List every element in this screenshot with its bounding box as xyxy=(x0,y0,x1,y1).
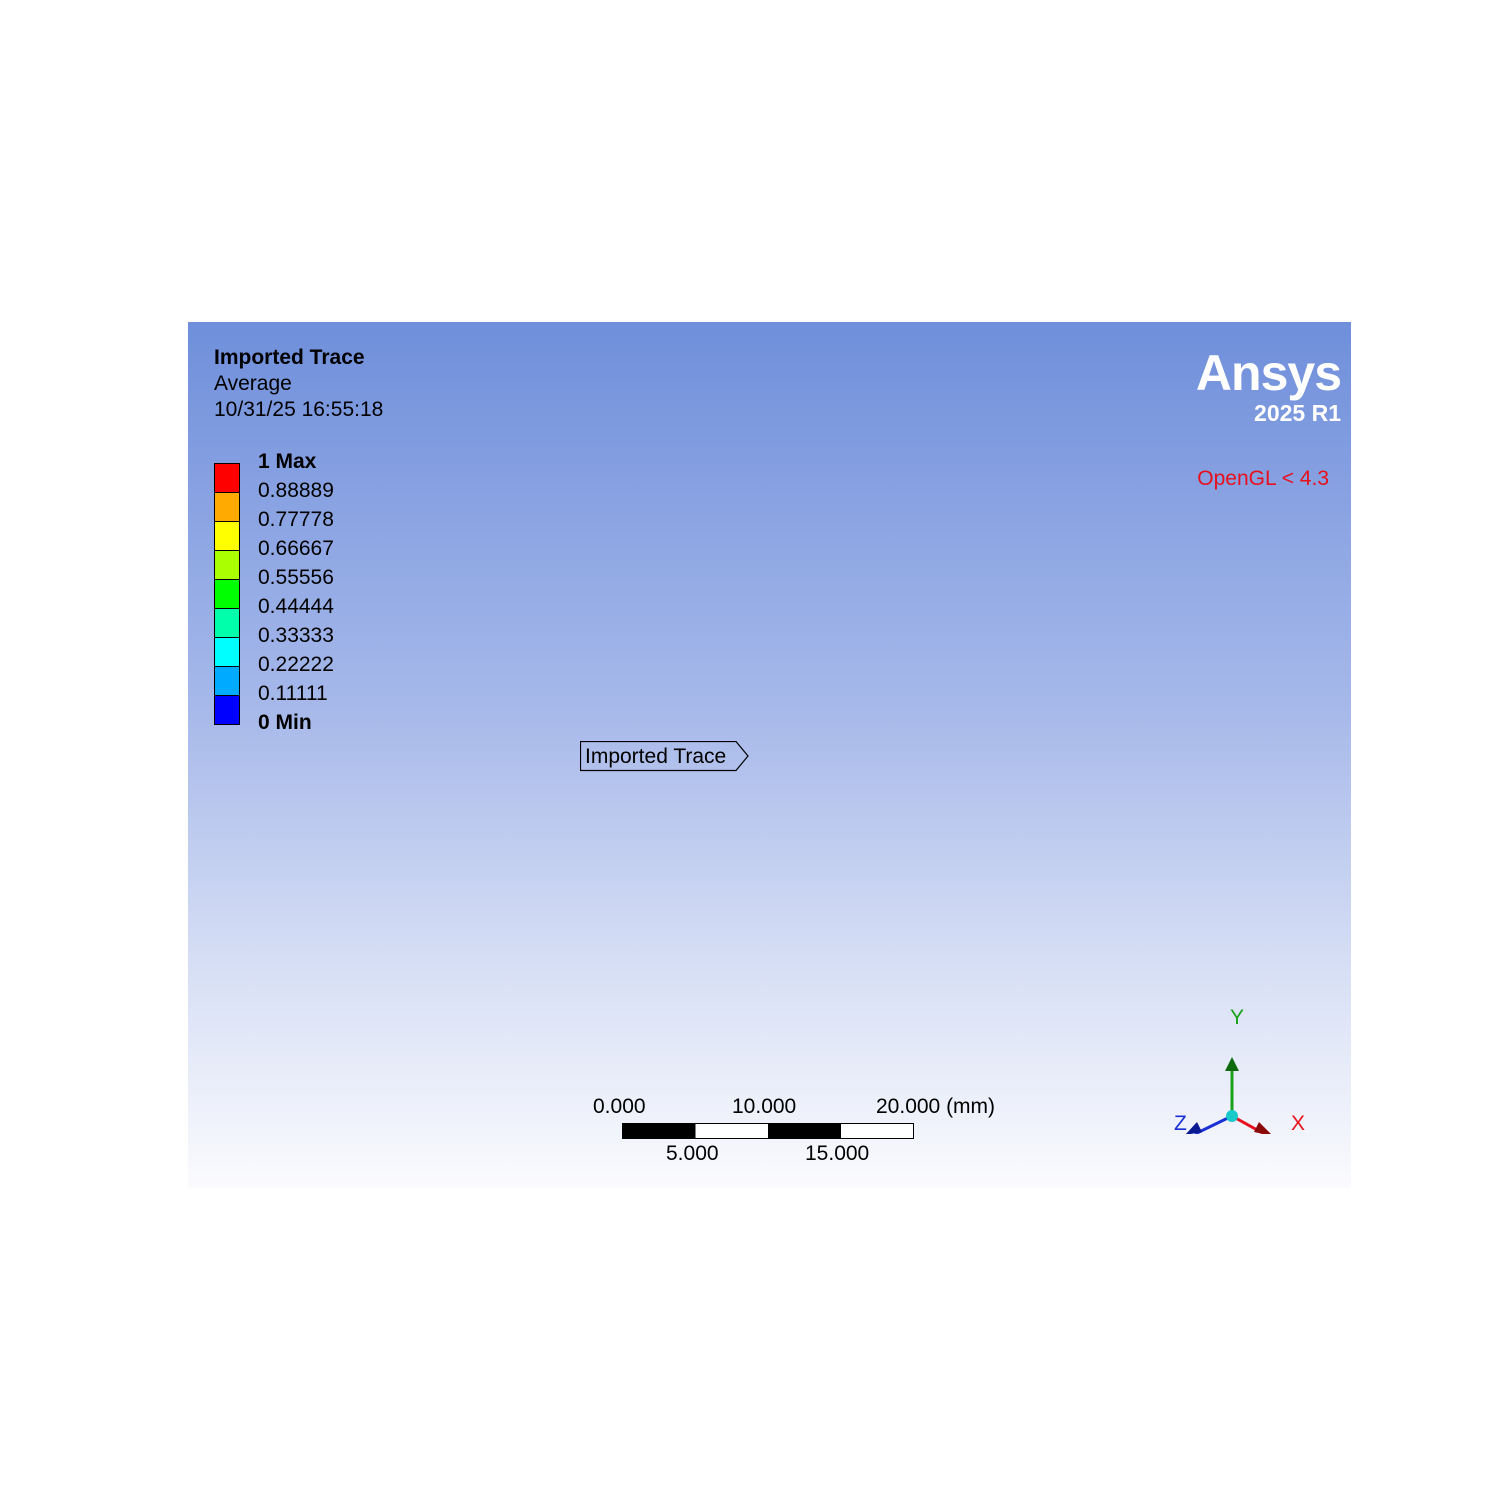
opengl-warning: OpenGL < 4.3 xyxy=(1197,467,1329,490)
legend-band-4 xyxy=(215,580,239,609)
legend-band-6 xyxy=(215,638,239,667)
legend-label-2: 0.77778 xyxy=(258,508,334,531)
ansys-logo: Ansys 2025 R1 xyxy=(1195,345,1342,426)
legend-band-3 xyxy=(215,551,239,580)
legend-band-8 xyxy=(215,696,239,724)
triad-origin xyxy=(1226,1110,1238,1122)
result-title: Imported Trace xyxy=(214,346,365,369)
legend-label-9: 0 Min xyxy=(258,711,312,734)
legend-label-4: 0.55556 xyxy=(258,566,334,589)
legend-label-0: 1 Max xyxy=(258,450,317,473)
legend-label-7: 0.22222 xyxy=(258,653,334,676)
scale-label-5: 5.000 xyxy=(666,1142,719,1165)
logo-version: 2025 R1 xyxy=(1254,400,1341,426)
legend-band-1 xyxy=(215,493,239,522)
x-axis-arrow-icon xyxy=(1254,1122,1271,1134)
legend-band-0 xyxy=(215,464,239,493)
scale-bar-segment-dark-1 xyxy=(622,1123,696,1139)
legend-label-5: 0.44444 xyxy=(258,595,334,618)
legend-label-3: 0.66667 xyxy=(258,537,334,560)
axis-triad[interactable]: Y X Z xyxy=(1163,1004,1323,1134)
y-axis-arrow-icon xyxy=(1225,1057,1239,1071)
graphics-viewport[interactable]: Imported Trace Average 10/31/25 16:55:18… xyxy=(188,322,1351,1188)
annotation-label: Imported Trace xyxy=(585,745,727,768)
result-subtitle: Average xyxy=(214,372,292,395)
scale-label-20: 20.000 (mm) xyxy=(876,1095,996,1118)
result-timestamp: 10/31/25 16:55:18 xyxy=(214,398,384,421)
color-legend-bar xyxy=(214,463,240,725)
legend-band-5 xyxy=(215,609,239,638)
z-axis-label: Z xyxy=(1174,1112,1187,1134)
legend-band-2 xyxy=(215,522,239,551)
scale-bar-segment-dark-2 xyxy=(768,1123,841,1139)
legend-label-1: 0.88889 xyxy=(258,479,334,502)
legend-band-7 xyxy=(215,667,239,696)
scale-label-0: 0.000 xyxy=(593,1095,646,1118)
legend-label-6: 0.33333 xyxy=(258,624,334,647)
legend-label-8: 0.11111 xyxy=(258,682,328,705)
scale-bar xyxy=(622,1123,914,1139)
x-axis-label: X xyxy=(1291,1112,1305,1134)
scale-label-15: 15.000 xyxy=(805,1142,870,1165)
logo-name: Ansys xyxy=(1195,345,1342,401)
y-axis-label: Y xyxy=(1230,1006,1244,1029)
z-axis-arrow-icon xyxy=(1185,1122,1202,1134)
scale-label-10: 10.000 xyxy=(732,1095,797,1118)
